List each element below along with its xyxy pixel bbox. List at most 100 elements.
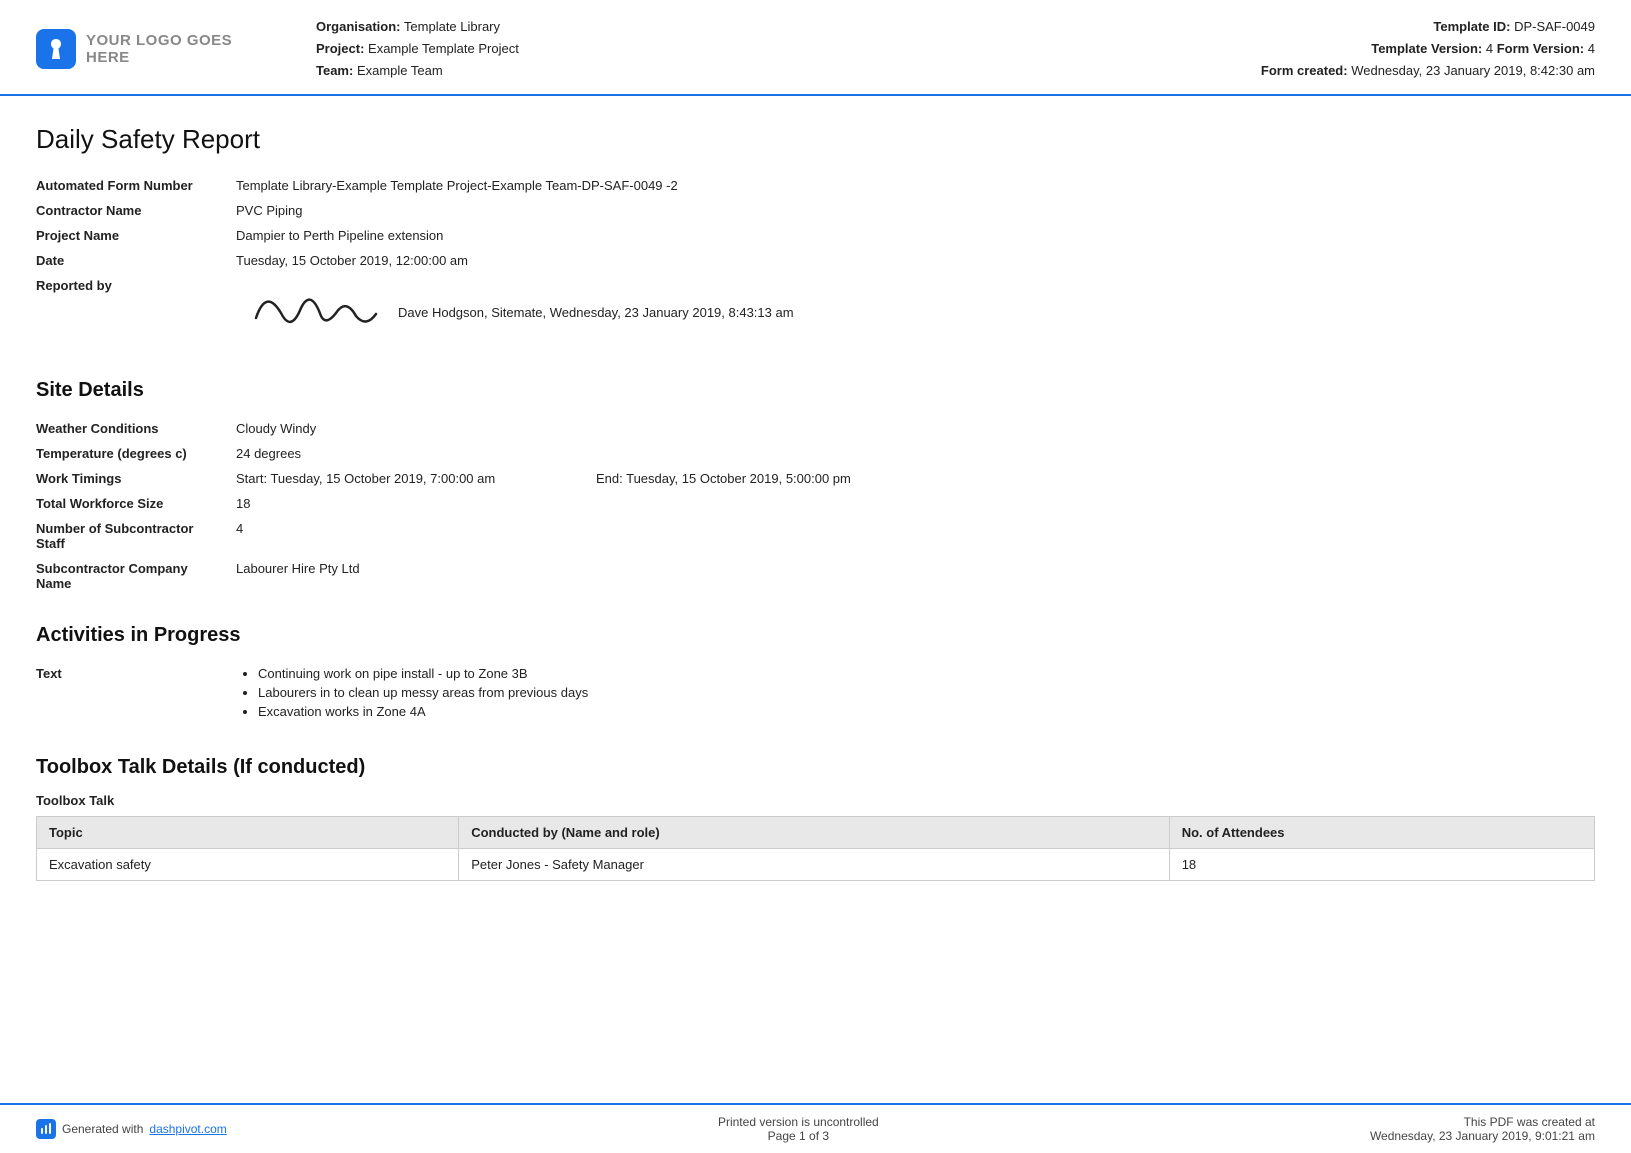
toolbox-subsection-label: Toolbox Talk (36, 793, 1595, 808)
work-timings-label: Work Timings (36, 466, 236, 491)
subcontractor-staff-row: Number of Subcontractor Staff 4 (36, 516, 1595, 556)
activities-table: Text Continuing work on pipe install - u… (36, 661, 1595, 728)
subcontractor-company-value: Labourer Hire Pty Ltd (236, 556, 1595, 596)
subcontractor-staff-label: Number of Subcontractor Staff (36, 516, 236, 556)
org-value: Template Library (404, 19, 500, 34)
toolbox-table: Topic Conducted by (Name and role) No. o… (36, 816, 1595, 881)
form-created-line: Form created: Wednesday, 23 January 2019… (1261, 60, 1595, 82)
footer-link[interactable]: dashpivot.com (149, 1122, 226, 1136)
logo-text: YOUR LOGO GOES HERE (86, 32, 256, 66)
weather-row: Weather Conditions Cloudy Windy (36, 416, 1595, 441)
report-title: Daily Safety Report (36, 124, 1595, 155)
workforce-value: 18 (236, 491, 1595, 516)
project-line: Project: Example Template Project (316, 38, 1261, 60)
footer-pdf-label: This PDF was created at (1370, 1115, 1595, 1129)
workforce-row: Total Workforce Size 18 (36, 491, 1595, 516)
date-label: Date (36, 248, 236, 273)
weather-label: Weather Conditions (36, 416, 236, 441)
reported-by-text: Dave Hodgson, Sitemate, Wednesday, 23 Ja… (398, 305, 794, 320)
signature-area: Dave Hodgson, Sitemate, Wednesday, 23 Ja… (236, 278, 1587, 346)
template-version-label: Template Version: (1371, 41, 1482, 56)
activities-text-label: Text (36, 661, 236, 728)
row-conducted-by: Peter Jones - Safety Manager (459, 849, 1170, 881)
row-attendees: 18 (1169, 849, 1594, 881)
activities-row: Text Continuing work on pipe install - u… (36, 661, 1595, 728)
subcontractor-company-row: Subcontractor Company Name Labourer Hire… (36, 556, 1595, 596)
table-row: Excavation safety Peter Jones - Safety M… (37, 849, 1595, 881)
table-header-row: Topic Conducted by (Name and role) No. o… (37, 817, 1595, 849)
basic-info-table: Automated Form Number Template Library-E… (36, 173, 1595, 351)
work-timings-start: Start: Tuesday, 15 October 2019, 7:00:00… (236, 471, 596, 486)
org-line: Organisation: Template Library (316, 16, 1261, 38)
header-right-info: Template ID: DP-SAF-0049 Template Versio… (1261, 16, 1595, 82)
template-id-value: DP-SAF-0049 (1514, 19, 1595, 34)
footer-pdf-value: Wednesday, 23 January 2019, 9:01:21 am (1370, 1129, 1595, 1143)
col-topic: Topic (37, 817, 459, 849)
date-row: Date Tuesday, 15 October 2019, 12:00:00 … (36, 248, 1595, 273)
footer-uncontrolled: Printed version is uncontrolled (718, 1115, 879, 1129)
automated-form-value: Template Library-Example Template Projec… (236, 173, 1595, 198)
temperature-label: Temperature (degrees c) (36, 441, 236, 466)
work-timings-value: Start: Tuesday, 15 October 2019, 7:00:00… (236, 466, 1595, 491)
site-details-title: Site Details (36, 379, 1595, 402)
header: YOUR LOGO GOES HERE Organisation: Templa… (0, 0, 1631, 96)
page: YOUR LOGO GOES HERE Organisation: Templa… (0, 0, 1631, 905)
work-timings-row: Work Timings Start: Tuesday, 15 October … (36, 466, 1595, 491)
project-row: Project Name Dampier to Perth Pipeline e… (36, 223, 1595, 248)
project-name-label: Project Name (36, 223, 236, 248)
template-id-line: Template ID: DP-SAF-0049 (1261, 16, 1595, 38)
contractor-label: Contractor Name (36, 198, 236, 223)
temperature-value: 24 degrees (236, 441, 1595, 466)
reported-by-label: Reported by (36, 273, 236, 351)
footer-center: Printed version is uncontrolled Page 1 o… (718, 1115, 879, 1143)
temperature-row: Temperature (degrees c) 24 degrees (36, 441, 1595, 466)
row-topic: Excavation safety (37, 849, 459, 881)
footer-page: Page 1 of 3 (718, 1129, 879, 1143)
form-created-value: Wednesday, 23 January 2019, 8:42:30 am (1351, 63, 1595, 78)
activity-item-3: Excavation works in Zone 4A (258, 704, 1587, 719)
main-content: Daily Safety Report Automated Form Numbe… (0, 96, 1631, 905)
activity-item-1: Continuing work on pipe install - up to … (258, 666, 1587, 681)
project-name-value: Dampier to Perth Pipeline extension (236, 223, 1595, 248)
toolbox-title: Toolbox Talk Details (If conducted) (36, 756, 1595, 779)
signature (236, 278, 386, 346)
col-conducted-by: Conducted by (Name and role) (459, 817, 1170, 849)
work-timings-end: End: Tuesday, 15 October 2019, 5:00:00 p… (596, 471, 1587, 486)
team-label: Team: (316, 63, 353, 78)
activity-item-2: Labourers in to clean up messy areas fro… (258, 685, 1587, 700)
activities-title: Activities in Progress (36, 624, 1595, 647)
form-version-label: Form Version: (1497, 41, 1584, 56)
template-id-label: Template ID: (1433, 19, 1510, 34)
automated-form-row: Automated Form Number Template Library-E… (36, 173, 1595, 198)
subcontractor-company-label: Subcontractor Company Name (36, 556, 236, 596)
footer: Generated with dashpivot.com Printed ver… (0, 1103, 1631, 1153)
activities-list: Continuing work on pipe install - up to … (236, 666, 1587, 719)
org-label: Organisation: (316, 19, 401, 34)
site-details-table: Weather Conditions Cloudy Windy Temperat… (36, 416, 1595, 596)
header-center-info: Organisation: Template Library Project: … (256, 16, 1261, 82)
date-value: Tuesday, 15 October 2019, 12:00:00 am (236, 248, 1595, 273)
project-label: Project: (316, 41, 364, 56)
weather-value: Cloudy Windy (236, 416, 1595, 441)
footer-right: This PDF was created at Wednesday, 23 Ja… (1370, 1115, 1595, 1143)
workforce-label: Total Workforce Size (36, 491, 236, 516)
signature-svg (236, 278, 386, 338)
subcontractor-staff-value: 4 (236, 516, 1595, 556)
automated-form-label: Automated Form Number (36, 173, 236, 198)
logo-area: YOUR LOGO GOES HERE (36, 29, 256, 69)
form-created-label: Form created: (1261, 63, 1348, 78)
reported-by-row: Reported by Dave Hodgson, Sitemate, Wedn… (36, 273, 1595, 351)
activities-list-cell: Continuing work on pipe install - up to … (236, 661, 1595, 728)
template-version-value: 4 (1486, 41, 1493, 56)
timings-row: Start: Tuesday, 15 October 2019, 7:00:00… (236, 471, 1587, 486)
footer-left: Generated with dashpivot.com (36, 1119, 227, 1139)
logo-icon (36, 29, 76, 69)
team-line: Team: Example Team (316, 60, 1261, 82)
reported-by-value: Dave Hodgson, Sitemate, Wednesday, 23 Ja… (236, 273, 1595, 351)
footer-logo-icon (36, 1119, 56, 1139)
contractor-row: Contractor Name PVC Piping (36, 198, 1595, 223)
project-value: Example Template Project (368, 41, 519, 56)
footer-generated-label: Generated with (62, 1122, 143, 1136)
form-version-value: 4 (1588, 41, 1595, 56)
col-attendees: No. of Attendees (1169, 817, 1594, 849)
